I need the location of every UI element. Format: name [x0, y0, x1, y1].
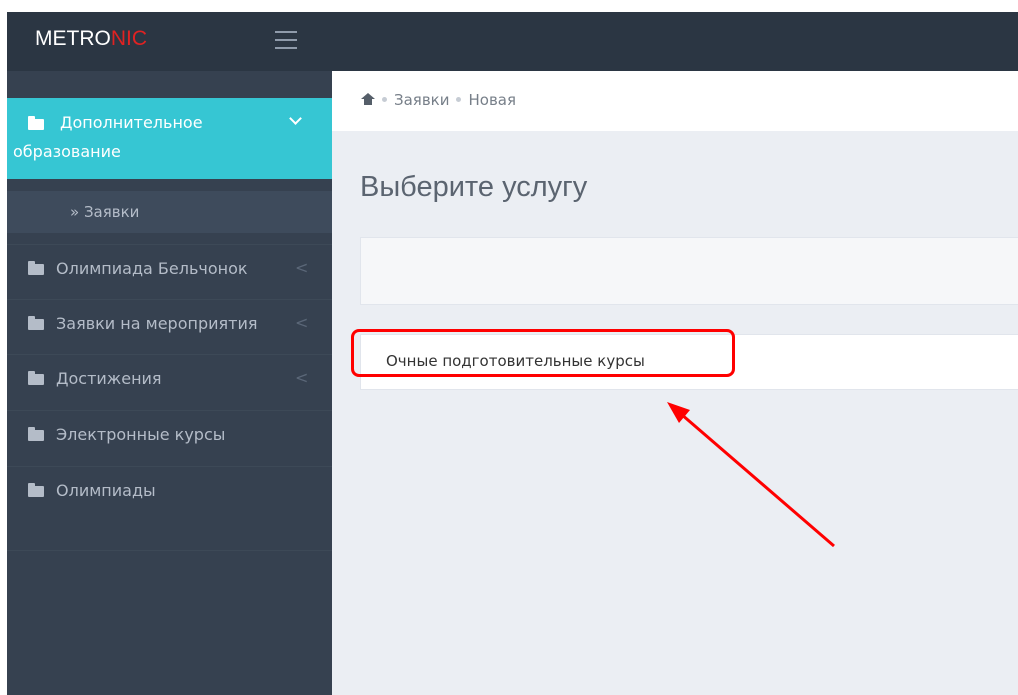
folder-icon	[28, 261, 44, 275]
breadcrumb-separator	[456, 97, 462, 102]
sidebar-item-label: Достижения	[56, 369, 162, 388]
sidebar-item-label: Олимпиады	[56, 481, 156, 500]
brand-accent: NIC	[110, 27, 147, 50]
sidebar-item-label: Заявки на мероприятия	[56, 314, 258, 333]
breadcrumb: Заявки Новая	[332, 71, 1018, 131]
sidebar-item-olympiads[interactable]: Олимпиады	[7, 466, 332, 521]
main-content: Заявки Новая Выберите услугу Очные подгот…	[332, 71, 1018, 695]
sidebar-subitem-label: » Заявки	[70, 203, 140, 221]
service-link[interactable]: Очные подготовительные курсы	[386, 352, 645, 370]
chevron-left-icon: <	[295, 368, 309, 387]
folder-icon	[28, 483, 44, 497]
sidebar-divider	[7, 550, 332, 551]
menu-toggle-icon[interactable]	[275, 31, 297, 49]
page-title: Выберите услугу	[360, 171, 588, 203]
breadcrumb-link-zayavki[interactable]: Заявки	[394, 91, 449, 109]
chevron-left-icon: <	[295, 258, 309, 277]
breadcrumb-separator	[382, 97, 387, 102]
sidebar-item-e-courses[interactable]: Электронные курсы	[7, 410, 332, 465]
folder-icon	[28, 316, 44, 330]
top-header: METRONIC	[7, 12, 1018, 71]
sidebar-item-label: Электронные курсы	[56, 425, 226, 444]
folder-icon	[28, 371, 44, 385]
folder-icon	[28, 427, 44, 441]
sidebar: Дополнительное образование » Заявки Олим…	[7, 71, 332, 695]
chevron-left-icon: <	[295, 313, 309, 332]
sidebar-item-label-line2: образование	[13, 142, 121, 161]
sidebar-item-dop-education[interactable]: Дополнительное образование	[7, 98, 332, 179]
sidebar-item-achievements[interactable]: Достижения <	[7, 354, 332, 409]
chevron-down-icon	[289, 112, 302, 125]
brand-prefix: METRO	[35, 27, 111, 50]
folder-icon	[28, 116, 44, 130]
brand-logo[interactable]: METRONIC	[35, 27, 147, 51]
app-frame: METRONIC Дополнительное образование » За…	[7, 12, 1018, 695]
sidebar-item-event-requests[interactable]: Заявки на мероприятия <	[7, 299, 332, 354]
sidebar-item-olympiad-belchonok[interactable]: Олимпиада Бельчонок <	[7, 244, 332, 299]
breadcrumb-current: Новая	[468, 91, 516, 109]
sidebar-subitem-zayavki[interactable]: » Заявки	[7, 191, 332, 233]
sidebar-item-label: Олимпиада Бельчонок	[56, 259, 248, 278]
sidebar-item-label: Дополнительное	[60, 113, 203, 132]
service-list-item[interactable]: Очные подготовительные курсы	[360, 334, 1018, 390]
empty-panel	[360, 237, 1018, 305]
home-icon[interactable]	[361, 93, 375, 106]
